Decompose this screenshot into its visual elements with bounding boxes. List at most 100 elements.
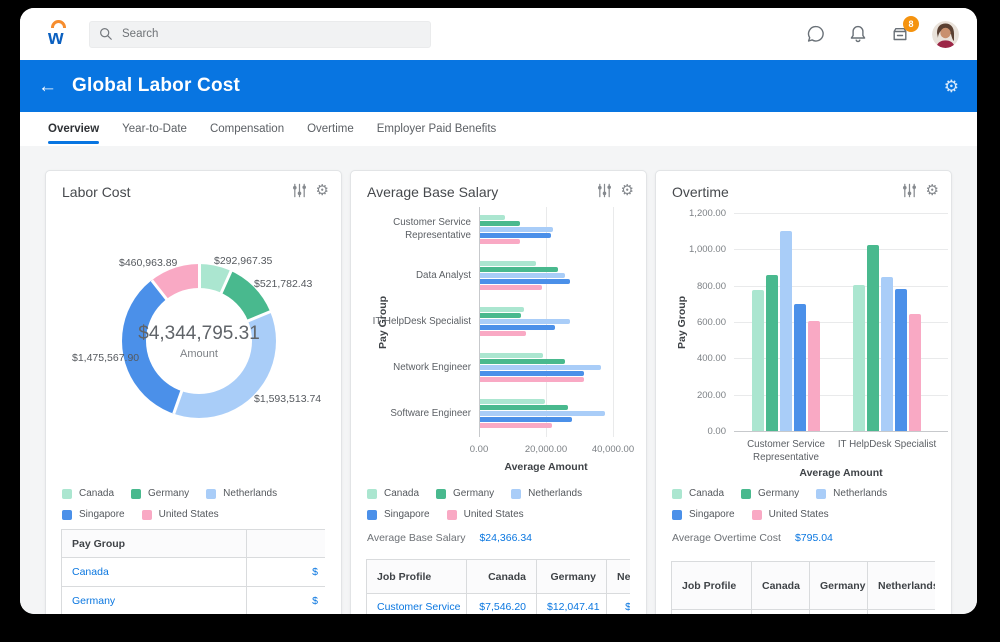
legend-item-netherlands: Netherlands: [206, 488, 277, 499]
table-row: Germany$: [62, 587, 326, 615]
table-link[interactable]: $12,047.41: [537, 594, 607, 615]
tab-year-to-date[interactable]: Year-to-Date: [122, 112, 187, 146]
inbox-badge: 8: [903, 16, 919, 32]
card-gear-icon[interactable]: ⚙: [316, 183, 329, 198]
search-icon: [99, 27, 113, 41]
legend-item-canada: Canada: [367, 488, 419, 499]
chat-icon[interactable]: [806, 24, 826, 44]
table-row: Canada$: [62, 558, 326, 587]
table-link[interactable]: $: [247, 558, 326, 587]
canada-bar: [480, 261, 536, 266]
tab-employer-paid-benefits[interactable]: Employer Paid Benefits: [377, 112, 497, 146]
y-axis-tick: 800.00: [656, 281, 726, 292]
y-axis-tick: 1,200.00: [656, 208, 726, 219]
legend-swatch: [816, 489, 826, 499]
tab-bar: Overview Year-to-Date Compensation Overtime…: [20, 112, 977, 146]
legend-swatch: [142, 510, 152, 520]
tab-overview[interactable]: Overview: [48, 112, 99, 146]
app-window: w Search: [20, 8, 977, 614]
column-header-blank: [247, 530, 326, 558]
column-header-canada: Canada: [467, 560, 537, 594]
logo-arc-icon: [51, 20, 66, 28]
y-axis-tick: 400.00: [656, 353, 726, 364]
donut-value-label-united-states: $460,963.89: [119, 257, 177, 269]
legend-label: Germany: [758, 488, 799, 499]
table-link[interactable]: $7,546.20: [467, 594, 537, 615]
back-button[interactable]: ←: [38, 77, 57, 96]
legend-item-united-states: United States: [752, 509, 829, 520]
legend-item-united-states: United States: [447, 509, 524, 520]
legend-item-singapore: Singapore: [367, 509, 430, 520]
legend-label: Germany: [453, 488, 494, 499]
germany-bar: [480, 313, 521, 318]
avatar[interactable]: [932, 21, 959, 48]
table-link[interactable]: Customer Service: [367, 594, 467, 615]
summary-value[interactable]: $24,366.34: [479, 532, 532, 544]
legend-item-canada: Canada: [672, 488, 724, 499]
tab-compensation[interactable]: Compensation: [210, 112, 284, 146]
logo-letter: w: [47, 28, 73, 48]
legend-item-netherlands: Netherlands: [511, 488, 582, 499]
legend-label: Netherlands: [223, 488, 277, 499]
summary-value[interactable]: $795.04: [795, 532, 833, 544]
average-base-salary-bar-chart: Customer Service RepresentativeData Anal…: [351, 171, 646, 614]
singapore-bar: [480, 325, 555, 330]
tab-overtime[interactable]: Overtime: [307, 112, 354, 146]
table-link[interactable]: Germany: [62, 587, 247, 615]
legend-swatch: [367, 510, 377, 520]
column-header-germany: Germany: [810, 562, 868, 610]
table-link[interactable]: Canada: [62, 558, 247, 587]
germany-bar: [480, 405, 568, 410]
legend-swatch: [62, 510, 72, 520]
filter-sliders-icon[interactable]: [292, 183, 307, 198]
search-input[interactable]: Search: [89, 21, 431, 48]
column-header-job-profile: Job Profile: [672, 562, 752, 610]
table-link[interactable]: $21,907.: [607, 594, 631, 615]
gridline: [734, 431, 948, 432]
legend-label: Canada: [79, 488, 114, 499]
canada-bar: [480, 307, 524, 312]
legend-label: United States: [464, 509, 524, 520]
summary-label: Average Base Salary: [367, 532, 465, 544]
donut-value-label-singapore: $1,475,567.90: [72, 352, 139, 364]
card-average-base-salary: Average Base Salary ⚙ Customer Service R…: [350, 170, 647, 614]
canada-bar: [853, 285, 865, 431]
chart-legend: CanadaGermanyNetherlandsSingaporeUnited …: [672, 488, 943, 520]
united-states-bar: [480, 285, 542, 290]
legend-item-netherlands: Netherlands: [816, 488, 887, 499]
y-axis-title: Pay Group: [375, 207, 391, 437]
canada-bar: [752, 290, 764, 431]
netherlands-bar: [480, 227, 553, 232]
germany-bar: [867, 245, 879, 431]
legend-label: Netherlands: [528, 488, 582, 499]
y-axis-tick: 200.00: [656, 390, 726, 401]
germany-bar: [480, 359, 565, 364]
workday-logo[interactable]: w: [47, 21, 73, 48]
header-gear-icon[interactable]: ⚙: [944, 78, 959, 95]
x-axis-tick: 40,000.00: [573, 444, 647, 455]
card-labor-cost: Labor Cost ⚙ $4,344,795.31Amount CanadaG…: [45, 170, 342, 614]
singapore-bar: [480, 233, 551, 238]
united-states-bar: [480, 423, 552, 428]
legend-label: Canada: [384, 488, 419, 499]
y-axis-title: Pay Group: [674, 213, 690, 431]
donut-value-label-germany: $521,782.43: [254, 278, 312, 290]
legend-swatch: [436, 489, 446, 499]
legend-item-singapore: Singapore: [62, 509, 125, 520]
legend-label: Singapore: [79, 509, 125, 520]
category-label-it-helpdesk-specialist: IT HelpDesk Specialist: [351, 299, 471, 345]
notifications-bell-icon[interactable]: [848, 24, 868, 44]
germany-bar: [766, 275, 778, 431]
singapore-bar: [794, 304, 806, 431]
category-label-network-engineer: Network Engineer: [351, 345, 471, 391]
netherlands-bar: [480, 411, 605, 416]
singapore-bar: [480, 417, 572, 422]
summary-line: Average Overtime Cost $795.04: [672, 532, 833, 544]
singapore-bar: [480, 371, 584, 376]
legend-swatch: [447, 510, 457, 520]
united-states-bar: [480, 331, 526, 336]
y-axis-tick: 0.00: [656, 426, 726, 437]
table-link[interactable]: $: [247, 587, 326, 615]
united-states-bar: [480, 239, 520, 244]
inbox-icon[interactable]: 8: [890, 24, 910, 44]
